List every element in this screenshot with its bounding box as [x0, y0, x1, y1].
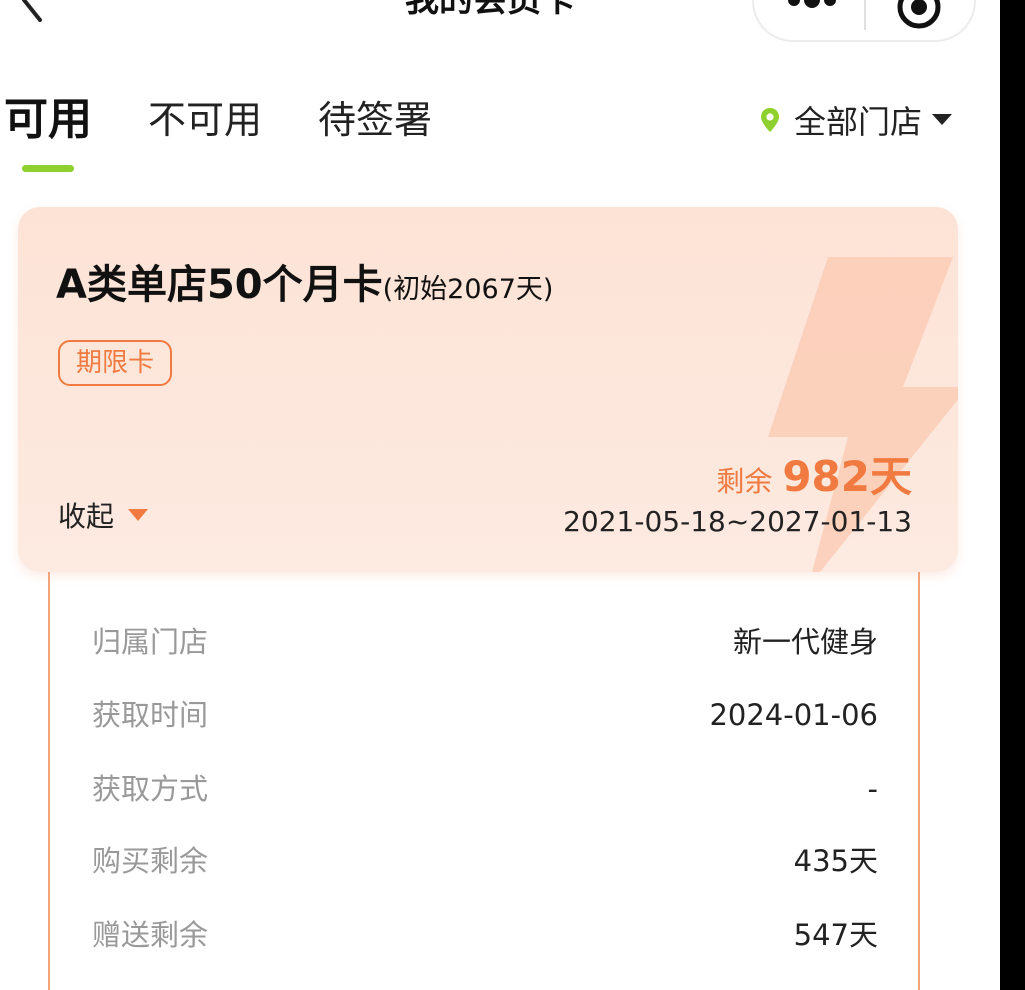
detail-value: - [867, 772, 878, 806]
mini-program-capsule [752, 0, 976, 42]
detail-label: 获取方式 [92, 772, 209, 806]
nav-header: 我的会员卡 [0, 0, 1000, 50]
target-close-icon [897, 0, 941, 29]
chevron-left-icon [22, 0, 42, 22]
more-dot-2 [804, 0, 820, 8]
tab-bar: 可用 不可用 待签署 全部门店 [0, 90, 1000, 180]
capsule-divider [864, 0, 866, 30]
more-dots-icon [788, 0, 800, 6]
validity-period: 2021-05-18~2027-01-13 [563, 505, 912, 538]
tab-unavailable[interactable]: 不可用 [148, 90, 262, 150]
detail-row-purchased-remaining: 购买剩余 435天 [50, 836, 918, 886]
detail-row-acquired-method: 获取方式 - [50, 764, 918, 814]
detail-row-gifted-remaining: 赠送剩余 547天 [50, 910, 918, 960]
card-initial-days: (初始2067天) [382, 274, 554, 305]
detail-value: 2024-01-06 [709, 698, 878, 732]
collapse-label: 收起 [58, 500, 115, 533]
location-pin-icon [761, 108, 779, 132]
card-details-panel: 归属门店 新一代健身 获取时间 2024-01-06 获取方式 - 购买剩余 4… [48, 560, 920, 990]
detail-label: 获取时间 [92, 698, 209, 732]
store-filter-dropdown[interactable]: 全部门店 [760, 90, 953, 150]
card-name: A类单店50个月卡 [56, 262, 383, 308]
page-title: 我的会员卡 [405, 0, 575, 20]
collapse-toggle[interactable]: 收起 [58, 495, 149, 535]
detail-value: 547天 [793, 918, 878, 952]
remaining-value: 982天 [782, 452, 912, 501]
caret-down-icon [128, 509, 149, 521]
detail-value: 435天 [793, 844, 878, 878]
detail-label: 购买剩余 [92, 844, 209, 878]
detail-row-store: 归属门店 新一代健身 [50, 617, 918, 667]
detail-row-acquired-time: 获取时间 2024-01-06 [50, 690, 918, 740]
detail-value: 新一代健身 [732, 625, 878, 659]
screen: 我的会员卡 可用 不可用 待签署 全部门店 A类单店50个月卡(初始2067天)… [0, 0, 1025, 990]
tab-available[interactable]: 可用 [4, 90, 92, 150]
store-filter-label: 全部门店 [794, 103, 923, 141]
more-button[interactable] [780, 0, 840, 24]
caret-down-icon [932, 114, 953, 125]
tab-active-indicator [22, 165, 74, 172]
detail-label: 归属门店 [92, 625, 209, 659]
membership-card[interactable]: A类单店50个月卡(初始2067天) 期限卡 收起 剩余 982天 2021-05… [18, 207, 958, 572]
card-title: A类单店50个月卡(初始2067天) [56, 252, 553, 310]
detail-label: 赠送剩余 [92, 918, 209, 952]
tab-pending-sign[interactable]: 待签署 [318, 90, 432, 150]
screen-edge [1000, 0, 1025, 990]
close-mini-program-button[interactable] [894, 0, 944, 32]
remaining-days: 剩余 982天 [716, 443, 912, 504]
back-button[interactable] [10, 0, 54, 22]
remaining-prefix: 剩余 [716, 465, 773, 498]
more-dot-3 [824, 0, 836, 6]
card-type-badge: 期限卡 [58, 340, 173, 386]
